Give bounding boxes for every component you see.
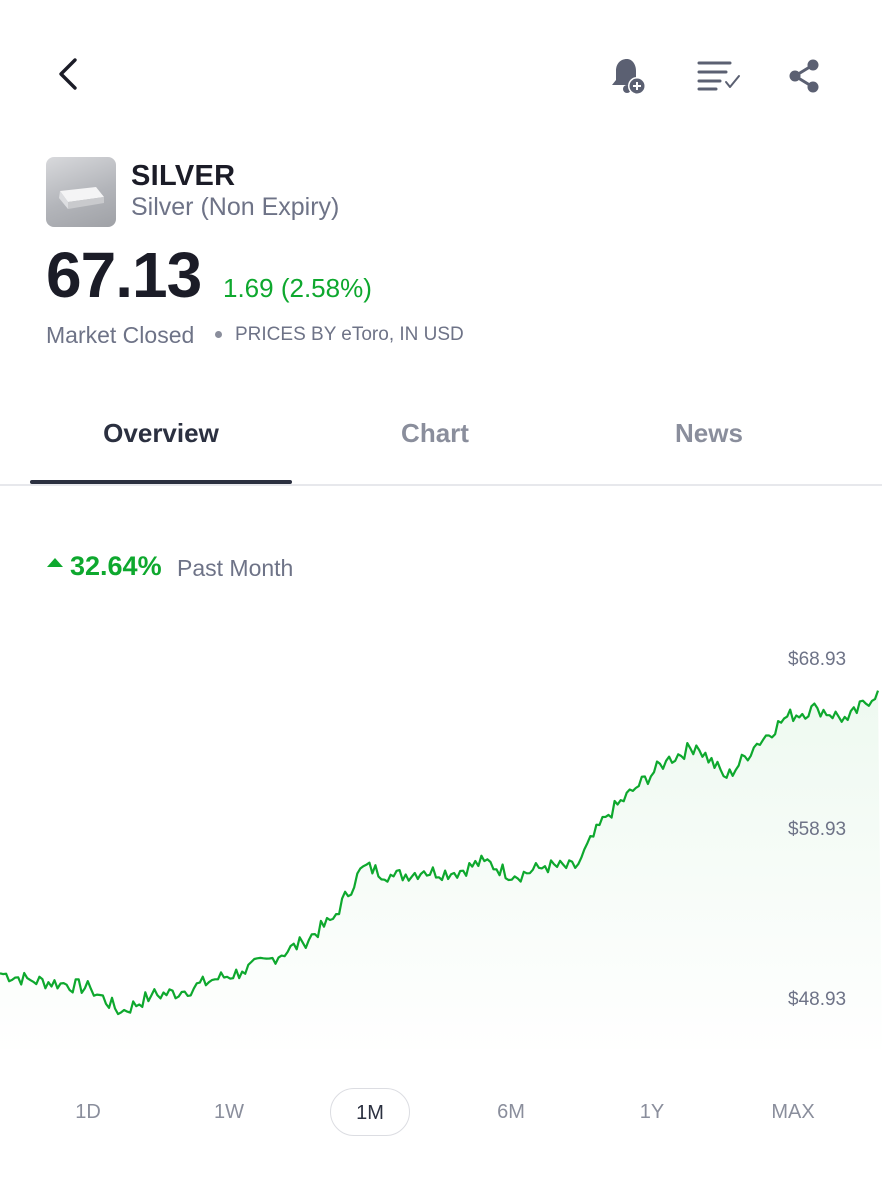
share-icon — [789, 59, 819, 93]
instrument-symbol: SILVER — [131, 160, 236, 192]
chevron-left-icon — [59, 58, 77, 90]
range-1w[interactable]: 1W — [189, 1088, 269, 1136]
tab-chart[interactable]: Chart — [304, 418, 566, 458]
current-price: 67.13 — [46, 239, 202, 311]
y-tick-label: $58.93 — [788, 819, 847, 840]
y-tick-label: $48.93 — [788, 989, 847, 1010]
tab-divider — [0, 484, 882, 486]
y-tick-label: $68.93 — [788, 649, 847, 670]
instrument-full-name: Silver (Non Expiry) — [131, 193, 340, 221]
back-button[interactable] — [40, 48, 96, 100]
silver-bar-icon — [46, 157, 116, 227]
tab-news[interactable]: News — [578, 418, 840, 458]
add-alert-button[interactable] — [600, 50, 656, 102]
bell-plus-icon — [612, 59, 646, 95]
separator-dot — [215, 331, 222, 338]
performance-value: 32.64% — [70, 551, 162, 581]
range-max[interactable]: MAX — [753, 1088, 833, 1136]
range-6m[interactable]: 6M — [471, 1088, 551, 1136]
price-chart[interactable] — [0, 600, 882, 1060]
tab-overview[interactable]: Overview — [30, 418, 292, 458]
share-button[interactable] — [778, 50, 830, 102]
range-1m[interactable]: 1M — [330, 1088, 410, 1136]
performance-period: Past Month — [177, 555, 294, 581]
watchlist-button[interactable] — [690, 50, 750, 102]
range-1d[interactable]: 1D — [48, 1088, 128, 1136]
list-check-icon — [697, 61, 740, 91]
price-change: 1.69 (2.58%) — [223, 273, 372, 303]
market-status: Market Closed — [46, 322, 195, 348]
range-1y[interactable]: 1Y — [612, 1088, 692, 1136]
price-source: PRICES BY eToro, IN USD — [235, 324, 464, 345]
up-arrow-icon — [47, 558, 63, 567]
